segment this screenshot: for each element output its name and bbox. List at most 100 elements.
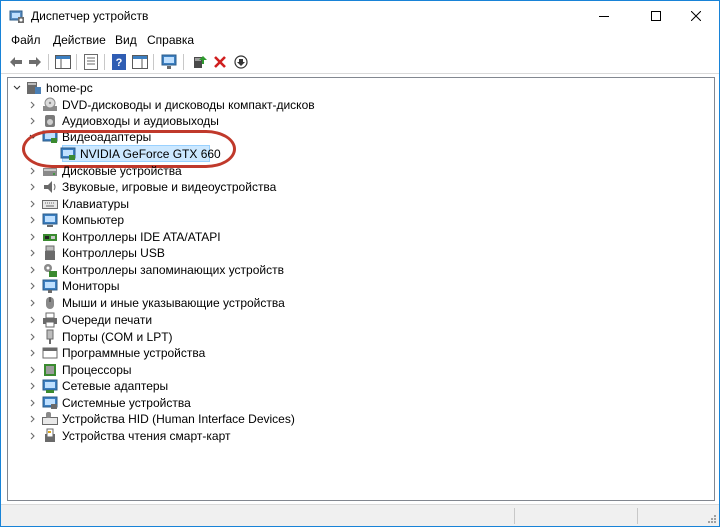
disable-button[interactable] — [232, 53, 250, 71]
console-tree-button[interactable] — [54, 53, 72, 71]
expand-chevron-icon[interactable] — [26, 363, 40, 377]
category-label: Мыши и иные указывающие устройства — [62, 296, 285, 310]
tree-category[interactable]: Контроллеры IDE ATA/ATAPI — [26, 229, 346, 245]
smart-card-reader-icon — [45, 428, 55, 442]
tree-category[interactable]: Устройства HID (Human Interface Devices) — [26, 411, 366, 427]
category-label: Сетевые адаптеры — [62, 379, 169, 393]
toolbar-separator — [48, 54, 49, 70]
status-separator — [637, 508, 638, 524]
tree-category[interactable]: Сетевые адаптеры — [26, 378, 346, 394]
expand-chevron-icon[interactable] — [26, 379, 40, 393]
toolbar-separator — [153, 54, 154, 70]
expand-chevron-icon[interactable] — [26, 313, 40, 327]
expand-chevron-icon[interactable] — [26, 164, 40, 178]
expand-chevron-icon[interactable] — [26, 346, 40, 360]
action-pane-button[interactable] — [131, 53, 149, 71]
expand-chevron-icon[interactable] — [26, 279, 40, 293]
toolbar-separator — [76, 54, 77, 70]
help-icon: ? — [112, 54, 126, 70]
keyboard-icon — [42, 200, 58, 209]
help-button[interactable]: ? — [110, 53, 128, 71]
tree-root[interactable]: home-pc — [10, 80, 130, 96]
expand-chevron-icon[interactable] — [26, 230, 40, 244]
tree-category[interactable]: Клавиатуры — [26, 196, 346, 212]
processor-icon — [44, 364, 56, 376]
tree-category[interactable]: Звуковые, игровые и видеоустройства — [26, 179, 346, 195]
properties-button[interactable] — [82, 53, 100, 71]
category-label: Клавиатуры — [62, 197, 129, 211]
device-tree[interactable]: home-pc DVD-дисководы и дисководы компак… — [7, 77, 715, 501]
back-button[interactable] — [7, 53, 25, 71]
toolbar-separator — [183, 54, 184, 70]
expand-chevron-icon[interactable] — [26, 429, 40, 443]
tree-category[interactable]: Контроллеры USB — [26, 245, 346, 261]
menu-view[interactable]: Вид — [115, 33, 137, 47]
expand-chevron-icon[interactable] — [26, 98, 40, 112]
menu-file[interactable]: Файл — [11, 33, 41, 47]
expand-chevron-icon[interactable] — [26, 412, 40, 426]
tree-category[interactable]: Мониторы — [26, 278, 346, 294]
computer-icon — [27, 82, 41, 94]
forward-button[interactable] — [26, 53, 44, 71]
tree-category[interactable]: Процессоры — [26, 362, 346, 378]
software-device-icon — [42, 347, 58, 359]
tree-category[interactable]: Дисковые устройства — [26, 163, 346, 179]
category-label: Устройства HID (Human Interface Devices) — [62, 412, 295, 426]
tree-category[interactable]: DVD-дисководы и дисководы компакт-дисков — [26, 97, 346, 113]
category-label: Контроллеры USB — [62, 246, 165, 260]
tree-root-label: home-pc — [46, 81, 93, 95]
expand-chevron-icon[interactable] — [26, 213, 40, 227]
tree-category[interactable]: Очереди печати — [26, 312, 346, 328]
expand-chevron-icon[interactable] — [26, 180, 40, 194]
expand-chevron-icon[interactable] — [26, 396, 40, 410]
category-label: DVD-дисководы и дисководы компакт-дисков — [62, 98, 315, 112]
menu-action[interactable]: Действие — [53, 33, 106, 47]
category-label: Контроллеры запоминающих устройств — [62, 263, 284, 277]
expand-chevron-icon[interactable] — [26, 263, 40, 277]
status-bar — [1, 504, 719, 526]
dvd-drive-icon — [43, 97, 57, 111]
tree-category[interactable]: Аудиовходы и аудиовыходы — [26, 113, 346, 129]
toolbar-separator — [104, 54, 105, 70]
scan-hardware-button[interactable] — [160, 53, 178, 71]
title-bar[interactable]: Диспетчер устройств — [1, 1, 719, 31]
expand-chevron-icon[interactable] — [26, 296, 40, 310]
menu-help[interactable]: Справка — [147, 33, 194, 47]
expand-chevron-icon[interactable] — [26, 330, 40, 344]
tree-category[interactable]: Программные устройства — [26, 345, 346, 361]
action-pane-icon — [132, 55, 148, 69]
resize-grip-icon[interactable] — [707, 514, 717, 524]
audio-io-icon — [45, 115, 55, 127]
tree-category[interactable]: Системные устройства — [26, 395, 346, 411]
tree-category[interactable]: Компьютер — [26, 212, 346, 228]
category-label: Аудиовходы и аудиовыходы — [62, 114, 219, 128]
expand-chevron-icon[interactable] — [26, 197, 40, 211]
uninstall-button[interactable] — [211, 53, 229, 71]
speaker-icon — [44, 181, 56, 193]
close-button[interactable] — [673, 1, 719, 31]
category-label: Устройства чтения смарт-карт — [62, 429, 231, 443]
category-label: Звуковые, игровые и видеоустройства — [62, 180, 277, 194]
monitor-icon — [161, 54, 177, 69]
minimize-icon — [599, 16, 609, 17]
expand-chevron-icon[interactable] — [26, 114, 40, 128]
expand-chevron-icon[interactable] — [26, 246, 40, 260]
minimize-button[interactable] — [581, 1, 627, 31]
collapse-chevron-icon[interactable] — [10, 81, 24, 95]
device-manager-icon — [9, 10, 24, 23]
network-adapter-icon — [42, 379, 58, 393]
update-driver-button[interactable] — [191, 53, 209, 71]
close-icon — [691, 11, 701, 21]
tree-category[interactable]: Устройства чтения смарт-карт — [26, 428, 346, 444]
computer-icon — [42, 213, 58, 227]
tree-category[interactable]: Контроллеры запоминающих устройств — [26, 262, 346, 278]
maximize-icon — [651, 11, 661, 21]
tree-category[interactable]: Порты (COM и LPT) — [26, 329, 346, 345]
status-separator — [514, 508, 515, 524]
category-label: Системные устройства — [62, 396, 191, 410]
category-label: Контроллеры IDE ATA/ATAPI — [62, 230, 221, 244]
forward-icon — [29, 57, 41, 67]
window-title: Диспетчер устройств — [31, 9, 149, 23]
ide-controller-icon — [43, 234, 57, 241]
tree-category[interactable]: Мыши и иные указывающие устройства — [26, 295, 346, 311]
